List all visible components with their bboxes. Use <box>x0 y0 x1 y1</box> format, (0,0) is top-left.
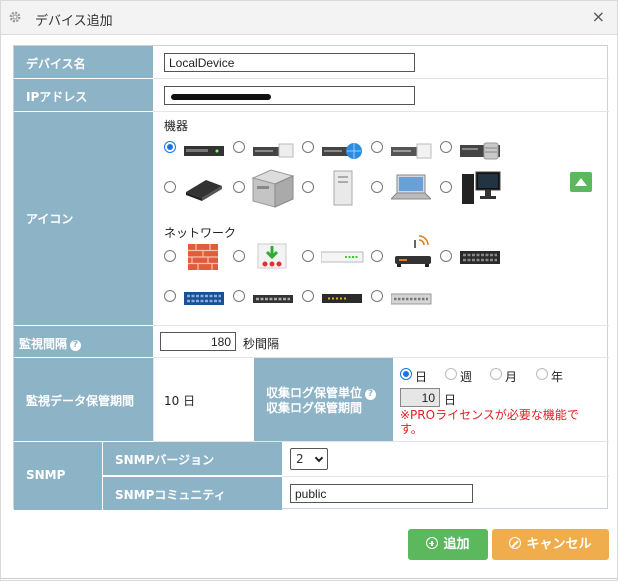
switch-blue-icon <box>184 292 224 305</box>
unit-day-label: 日 <box>415 370 428 384</box>
server-rack-1u-icon <box>184 146 224 156</box>
server-tower-icon <box>251 169 295 208</box>
plus-circle-icon <box>426 537 439 549</box>
icon-radio-server-rack-globe[interactable] <box>302 141 314 153</box>
snmp-version-label-cell: SNMPバージョン <box>102 442 282 476</box>
add-device-dialog: デバイス追加 × デバイス名 IPアドレス アイコン 機器 <box>0 0 618 581</box>
device-name-input[interactable] <box>164 53 415 72</box>
icon-radio-switch-slim[interactable] <box>233 290 245 302</box>
icon-group-devices-heading: 機器 <box>164 119 189 133</box>
cancel-button[interactable]: キャンセル <box>492 529 609 560</box>
snmp-community-input[interactable] <box>290 484 473 503</box>
switch-slim-icon <box>253 295 293 303</box>
log-retention-label-cell: 収集ログ保管単位? 収集ログ保管期間 <box>254 358 393 442</box>
icon-radio-desktop-pc[interactable] <box>440 181 452 193</box>
wifi-router-icon <box>395 235 431 267</box>
icon-label-cell: アイコン <box>14 112 153 326</box>
help-icon[interactable]: ? <box>365 389 377 400</box>
snmp-label: SNMP <box>26 468 66 482</box>
switch-gray-icon <box>391 293 432 305</box>
snmp-community-label: SNMPコミュニティ <box>115 488 226 502</box>
move-up-button[interactable] <box>570 172 592 192</box>
laptop-closed-icon <box>186 180 222 201</box>
download-router-icon <box>257 243 287 269</box>
server-rack-white-icon <box>253 143 294 158</box>
desktop-pc-icon <box>462 171 501 204</box>
icon-radio-download-router[interactable] <box>233 250 245 262</box>
dialog-bottom-divider <box>1 578 618 579</box>
monitor-interval-label-cell: 監視間隔? <box>14 326 153 358</box>
unit-year-label: 年 <box>551 370 564 384</box>
log-period-unit: 日 <box>444 393 457 407</box>
icon-radio-server-rack-drive[interactable] <box>371 141 383 153</box>
redacted-ip-value <box>171 94 271 100</box>
icon-radio-switch-blue[interactable] <box>164 290 176 302</box>
icon-radio-server-tower[interactable] <box>233 181 245 193</box>
snmp-community-label-cell: SNMPコミュニティ <box>102 477 282 510</box>
server-rack-stack-icon <box>460 142 500 160</box>
pc-tower-icon <box>333 170 353 206</box>
laptop-icon <box>391 174 431 200</box>
switch-white-icon <box>321 251 364 263</box>
icon-radio-switch-gray[interactable] <box>371 290 383 302</box>
ban-icon <box>509 537 522 549</box>
retention-value: 10 日 <box>164 394 196 408</box>
unit-radio-month[interactable] <box>490 368 502 380</box>
icon-radio-switch-black[interactable] <box>440 250 452 262</box>
dialog-title: デバイス追加 <box>35 14 113 29</box>
cancel-button-label: キャンセル <box>526 537 592 552</box>
icon-group-network-heading: ネットワーク <box>164 226 237 240</box>
help-icon[interactable]: ? <box>70 340 82 351</box>
retention-label: 監視データ保管期間 <box>26 394 135 408</box>
snmp-version-value: 2 <box>296 452 304 466</box>
server-rack-globe-icon <box>322 143 362 159</box>
ip-address-label: IPアドレス <box>26 90 88 104</box>
log-period-input[interactable] <box>400 388 440 407</box>
monitor-interval-unit: 秒間隔 <box>243 337 280 351</box>
log-period-label: 収集ログ保管期間 <box>266 401 363 415</box>
add-button-label: 追加 <box>443 537 470 552</box>
icon-radio-wifi-router[interactable] <box>371 250 383 262</box>
log-unit-label: 収集ログ保管単位 <box>266 386 363 400</box>
gear-icon <box>9 11 21 23</box>
retention-label-cell: 監視データ保管期間 <box>14 358 153 442</box>
dialog-titlebar: デバイス追加 × <box>1 1 617 35</box>
icon-radio-laptop[interactable] <box>371 181 383 193</box>
icon-radio-firewall[interactable] <box>164 250 176 262</box>
chevron-down-icon <box>314 453 324 463</box>
monitor-interval-label: 監視間隔 <box>19 337 68 351</box>
icon-radio-laptop-closed[interactable] <box>164 181 176 193</box>
device-name-label: デバイス名 <box>26 57 86 71</box>
snmp-version-label: SNMPバージョン <box>115 453 215 467</box>
unit-week-label: 週 <box>460 370 473 384</box>
unit-radio-week[interactable] <box>445 368 457 380</box>
icon-radio-server-rack-white[interactable] <box>233 141 245 153</box>
close-button[interactable]: × <box>592 7 605 27</box>
ip-address-label-cell: IPアドレス <box>14 79 153 112</box>
unit-radio-day[interactable] <box>400 368 412 380</box>
device-name-label-cell: デバイス名 <box>14 46 153 79</box>
unit-radio-year[interactable] <box>536 368 548 380</box>
icon-radio-switch-white[interactable] <box>302 250 314 262</box>
icon-radio-switch-yellow-led[interactable] <box>302 290 314 302</box>
icon-radio-pc-tower[interactable] <box>302 181 314 193</box>
device-form: デバイス名 IPアドレス アイコン 機器 <box>13 45 609 510</box>
switch-black-icon <box>460 251 500 264</box>
add-button[interactable]: 追加 <box>408 529 488 560</box>
server-rack-drive-icon <box>391 143 432 159</box>
monitor-interval-input[interactable] <box>160 332 236 351</box>
unit-month-label: 月 <box>505 370 518 384</box>
snmp-version-select[interactable]: 2 <box>290 448 328 470</box>
icon-label: アイコン <box>26 212 74 226</box>
icon-radio-server-rack-stack[interactable] <box>440 141 452 153</box>
switch-yellow-led-icon <box>322 294 362 303</box>
ip-address-input[interactable] <box>164 86 415 105</box>
firewall-icon <box>188 244 218 270</box>
pro-license-notice: ※PROライセンスが必要な機能です。 <box>400 408 579 436</box>
snmp-label-cell: SNMP <box>14 442 102 510</box>
icon-radio-server-rack-1u[interactable] <box>164 141 176 153</box>
